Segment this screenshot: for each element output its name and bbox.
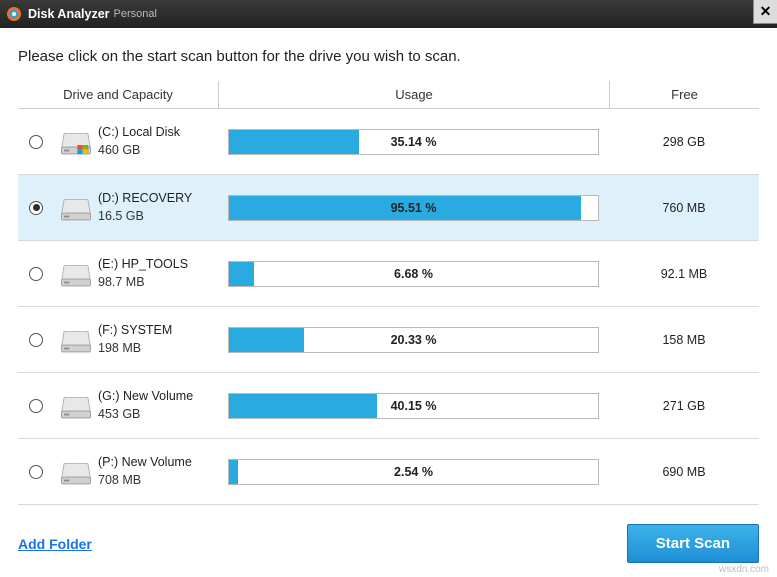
free-space: 690 MB (609, 465, 759, 479)
drive-row[interactable]: (F:) SYSTEM 198 MB 20.33 % 158 MB (18, 307, 759, 373)
drive-icon (54, 389, 98, 423)
drive-capacity: 453 GB (98, 406, 218, 424)
drive-capacity: 198 MB (98, 340, 218, 358)
table-header: Drive and Capacity Usage Free (18, 81, 759, 109)
usage-bar: 6.68 % (228, 261, 599, 287)
drive-label: (E:) HP_TOOLS 98.7 MB (98, 256, 218, 291)
close-icon: ✕ (760, 3, 772, 20)
free-space: 298 GB (609, 135, 759, 149)
drive-row[interactable]: (P:) New Volume 708 MB 2.54 % 690 MB (18, 439, 759, 505)
usage-bar: 35.14 % (228, 129, 599, 155)
radio-button[interactable] (29, 135, 43, 149)
radio-button[interactable] (29, 333, 43, 347)
usage-bar: 2.54 % (228, 459, 599, 485)
usage-cell: 35.14 % (218, 129, 609, 155)
free-space: 760 MB (609, 201, 759, 215)
usage-bar: 95.51 % (228, 195, 599, 221)
usage-cell: 6.68 % (218, 261, 609, 287)
radio-cell[interactable] (18, 135, 54, 149)
drive-name: (F:) SYSTEM (98, 322, 218, 340)
drive-row[interactable]: (G:) New Volume 453 GB 40.15 % 271 GB (18, 373, 759, 439)
usage-percent: 40.15 % (229, 394, 598, 418)
usage-cell: 40.15 % (218, 393, 609, 419)
header-free: Free (609, 81, 759, 108)
radio-button[interactable] (29, 399, 43, 413)
usage-cell: 20.33 % (218, 327, 609, 353)
usage-percent: 35.14 % (229, 130, 598, 154)
usage-cell: 2.54 % (218, 459, 609, 485)
start-scan-button[interactable]: Start Scan (627, 524, 759, 563)
usage-bar: 20.33 % (228, 327, 599, 353)
footer: Add Folder Start Scan (18, 524, 759, 563)
titlebar: Disk Analyzer Personal ✕ (0, 0, 777, 28)
add-folder-link[interactable]: Add Folder (18, 536, 92, 552)
usage-percent: 20.33 % (229, 328, 598, 352)
drive-list: (C:) Local Disk 460 GB 35.14 % 298 GB (D… (18, 109, 759, 505)
free-space: 271 GB (609, 399, 759, 413)
app-edition: Personal (114, 8, 157, 20)
header-usage: Usage (218, 81, 609, 108)
drive-icon (54, 455, 98, 489)
drive-name: (E:) HP_TOOLS (98, 256, 218, 274)
header-drive: Drive and Capacity (18, 81, 218, 108)
usage-percent: 2.54 % (229, 460, 598, 484)
drive-capacity: 98.7 MB (98, 274, 218, 292)
drive-capacity: 16.5 GB (98, 208, 218, 226)
drive-capacity: 708 MB (98, 472, 218, 490)
drive-icon (54, 125, 98, 159)
drive-name: (G:) New Volume (98, 388, 218, 406)
usage-percent: 6.68 % (229, 262, 598, 286)
drive-name: (P:) New Volume (98, 454, 218, 472)
watermark: wsxdn.com (719, 564, 769, 575)
drive-label: (C:) Local Disk 460 GB (98, 124, 218, 159)
radio-button[interactable] (29, 267, 43, 281)
drive-row[interactable]: (D:) RECOVERY 16.5 GB 95.51 % 760 MB (18, 175, 759, 241)
drive-label: (G:) New Volume 453 GB (98, 388, 218, 423)
instruction-text: Please click on the start scan button fo… (18, 48, 759, 65)
drive-name: (C:) Local Disk (98, 124, 218, 142)
close-button[interactable]: ✕ (753, 0, 777, 24)
radio-cell[interactable] (18, 267, 54, 281)
radio-button[interactable] (29, 465, 43, 479)
free-space: 92.1 MB (609, 267, 759, 281)
radio-cell[interactable] (18, 201, 54, 215)
radio-cell[interactable] (18, 399, 54, 413)
drive-icon (54, 257, 98, 291)
radio-button[interactable] (29, 201, 43, 215)
content: Please click on the start scan button fo… (0, 28, 777, 505)
drive-icon (54, 191, 98, 225)
radio-cell[interactable] (18, 333, 54, 347)
drive-row[interactable]: (E:) HP_TOOLS 98.7 MB 6.68 % 92.1 MB (18, 241, 759, 307)
drive-capacity: 460 GB (98, 142, 218, 160)
app-logo-icon (6, 6, 22, 22)
radio-cell[interactable] (18, 465, 54, 479)
usage-cell: 95.51 % (218, 195, 609, 221)
usage-bar: 40.15 % (228, 393, 599, 419)
app-name: Disk Analyzer (28, 7, 110, 21)
drive-name: (D:) RECOVERY (98, 190, 218, 208)
drive-icon (54, 323, 98, 357)
drive-label: (F:) SYSTEM 198 MB (98, 322, 218, 357)
drive-label: (D:) RECOVERY 16.5 GB (98, 190, 218, 225)
drive-row[interactable]: (C:) Local Disk 460 GB 35.14 % 298 GB (18, 109, 759, 175)
usage-percent: 95.51 % (229, 196, 598, 220)
drive-label: (P:) New Volume 708 MB (98, 454, 218, 489)
free-space: 158 MB (609, 333, 759, 347)
